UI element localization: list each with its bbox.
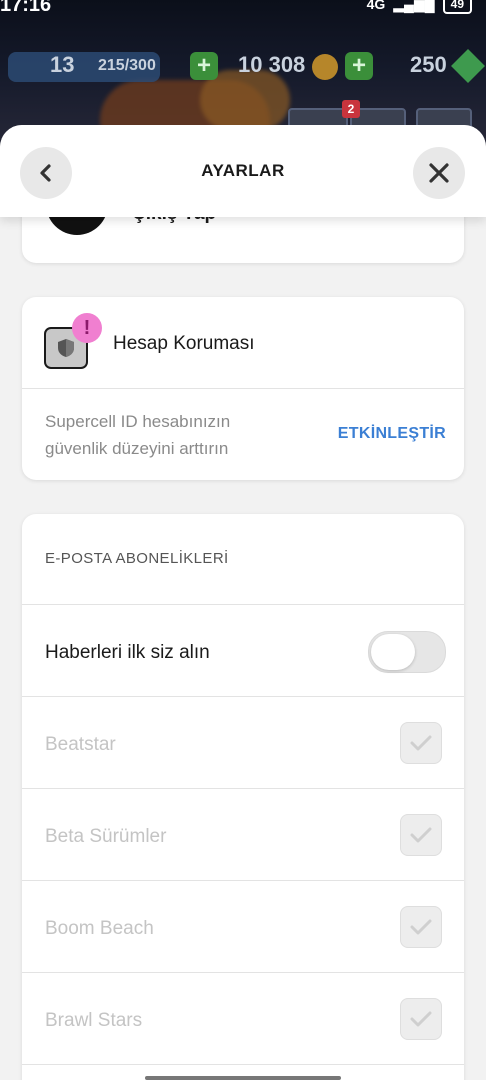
xp-value: 215/300 [98,57,156,74]
check-icon [410,735,432,751]
divider [22,788,464,789]
close-button[interactable] [413,147,465,199]
shield-glyph [58,339,74,357]
home-indicator[interactable] [145,1076,341,1080]
news-toggle[interactable] [368,631,446,673]
divider [22,696,464,697]
check-icon [410,919,432,935]
beatstar-checkbox[interactable] [400,722,442,764]
account-protection-card: ! Hesap Koruması Supercell ID hesabınızı… [22,297,464,480]
subscription-item-beatstar: Beatstar [45,734,116,755]
network-indicator: 4G [366,0,386,12]
coin-icon [312,54,338,80]
divider [22,1064,464,1065]
signal-icon: ▂▄▆█ [393,0,435,12]
battery-indicator: 49 [442,0,472,14]
subscriptions-header: E-POSTA ABONELİKLERİ [45,550,229,567]
game-hud: 13 215/300 + 10 308 + 250 [0,46,486,90]
close-icon [429,163,449,183]
add-xp-button: + [190,52,218,80]
divider [22,388,464,389]
toggle-knob [371,634,415,670]
brawl-stars-checkbox[interactable] [400,998,442,1040]
account-protection-title: Hesap Koruması [113,333,255,354]
coin-count: 10 308 [238,52,306,77]
protection-description-line1: Supercell ID hesabınızın [45,412,231,431]
gem-icon [451,49,485,83]
player-level: 13 [50,52,75,77]
email-subscriptions-card: E-POSTA ABONELİKLERİ Haberleri ilk siz a… [22,514,464,1080]
status-icons: 4G ▂▄▆█ 49 [367,0,472,14]
settings-header: AYARLAR [0,125,486,217]
subscription-item-boom-beach: Boom Beach [45,918,154,939]
divider [22,880,464,881]
gem-count: 250 [410,52,447,77]
beta-checkbox[interactable] [400,814,442,856]
protection-description-line2: güvenlik düzeyini arttırın [45,439,229,458]
alert-badge: ! [72,313,102,343]
status-time: 17:16 [0,0,52,16]
check-icon [410,1011,432,1027]
subscription-item-beta: Beta Sürümler [45,826,167,847]
divider [22,972,464,973]
subscription-item-brawl-stars: Brawl Stars [45,1010,143,1031]
add-coins-button: + [345,52,373,80]
notification-badge: 2 [342,100,360,118]
news-toggle-label: Haberleri ilk siz alın [45,642,210,663]
activate-button[interactable]: ETKİNLEŞTİR [338,425,446,443]
boom-beach-checkbox[interactable] [400,906,442,948]
settings-sheet: Çıkış Yap AYARLAR ! Hesap Koruması Super… [0,125,486,1080]
divider [22,604,464,605]
check-icon [410,827,432,843]
